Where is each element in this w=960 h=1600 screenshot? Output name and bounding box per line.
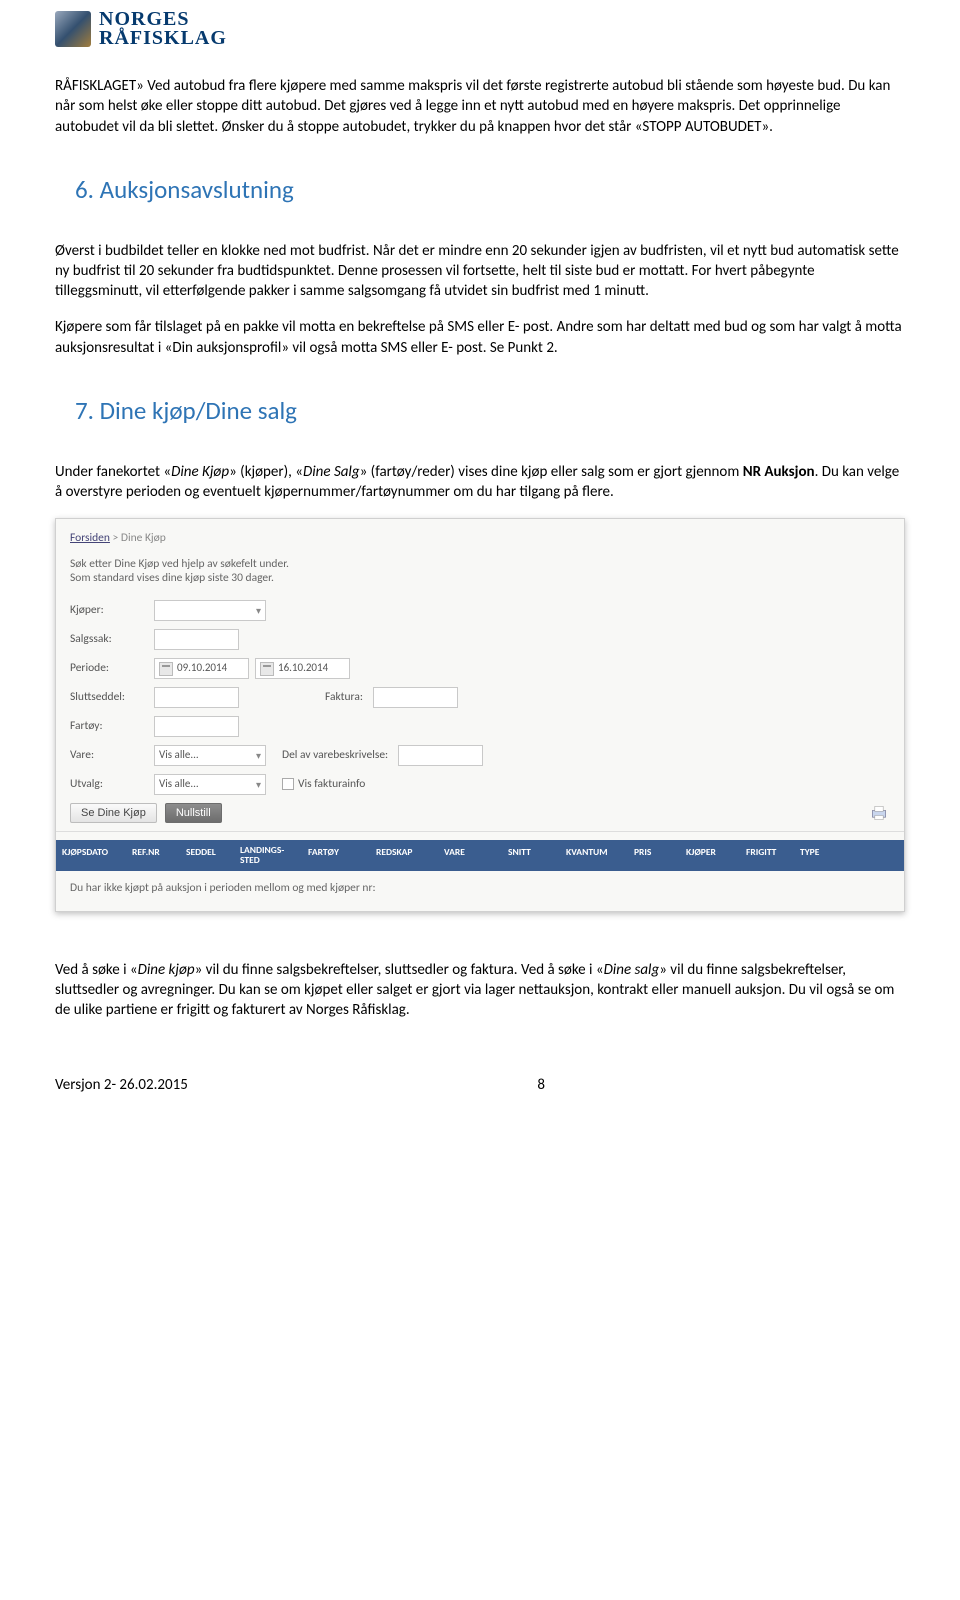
paragraph-avslutning-1: Øverst i budbildet teller en klokke ned … [55,241,905,302]
label-fartoy: Fartøy: [70,719,148,735]
input-salgssak[interactable] [154,629,239,650]
label-utvalg: Utvalg: [70,777,148,793]
search-button[interactable]: Se Dine Kjøp [70,803,157,823]
calendar-icon [159,662,173,676]
paragraph-dinekjop-intro: Under fanekortet «Dine Kjøp» (kjøper), «… [55,462,905,503]
logo: NORGES RÅFISKLAG [55,10,905,48]
divider [56,831,904,832]
reset-button[interactable]: Nullstill [165,803,222,823]
calendar-icon [260,662,274,676]
breadcrumb-home-link[interactable]: Forsiden [70,531,110,545]
date-to[interactable]: 16.10.2014 [255,658,350,679]
print-icon[interactable] [868,803,890,823]
version-text: Versjon 2- 26.02.2015 [55,1075,188,1095]
input-faktura[interactable] [373,687,458,708]
results-table-header: KJØPSDATO REF.NR SEDDEL LANDINGS- STED F… [56,840,904,871]
heading-7: 7. Dine kjøp/Dine salg [75,394,905,428]
select-vare[interactable]: Vis alle...▾ [154,745,266,766]
select-kjoper[interactable]: ▾ [154,600,266,621]
paragraph-search-info: Ved å søke i «Dine kjøp» vil du finne sa… [55,960,905,1021]
label-delbeskrivelse: Del av varebeskrivelse: [282,748,388,764]
screenshot-dine-kjop: Forsiden > Dine Kjøp Søk etter Dine Kjøp… [55,518,905,912]
page-number: 8 [537,1075,545,1095]
input-sluttseddel[interactable] [154,687,239,708]
results-empty-text: Du har ikke kjøpt på auksjon i perioden … [70,871,890,901]
logo-text: NORGES RÅFISKLAG [99,10,227,48]
label-periode: Periode: [70,661,148,677]
paragraph-avslutning-2: Kjøpere som får tilslaget på en pakke vi… [55,317,905,358]
paragraph-autobud: RÅFISKLAGET» Ved autobud fra flere kjøpe… [55,76,905,137]
input-delbeskrivelse[interactable] [398,745,483,766]
heading-6: 6. Auksjonsavslutning [75,173,905,207]
label-salgssak: Salgssak: [70,632,148,648]
logo-line2: RÅFISKLAG [99,29,227,48]
input-fartoy[interactable] [154,716,239,737]
chevron-down-icon: ▾ [256,749,261,763]
label-faktura: Faktura: [325,690,363,706]
chevron-down-icon: ▾ [256,778,261,792]
checkbox-fakturainfo[interactable]: Vis fakturainfo [282,777,365,793]
logo-icon [55,11,91,47]
page-footer: Versjon 2- 26.02.2015 8 [55,1075,905,1095]
chevron-down-icon: ▾ [256,604,261,618]
label-vare: Vare: [70,748,148,764]
search-help-text: Søk etter Dine Kjøp ved hjelp av søkefel… [70,557,890,587]
label-kjoper: Kjøper: [70,603,148,619]
breadcrumb: Forsiden > Dine Kjøp [70,531,890,547]
date-from[interactable]: 09.10.2014 [154,658,249,679]
label-sluttseddel: Sluttseddel: [70,690,148,706]
select-utvalg[interactable]: Vis alle...▾ [154,774,266,795]
